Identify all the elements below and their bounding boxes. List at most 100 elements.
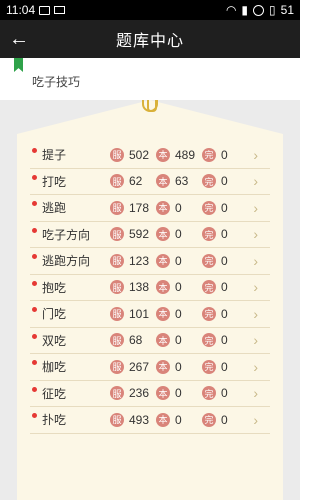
local-count: 0	[175, 306, 182, 321]
local-stat: 本 0	[156, 306, 182, 321]
local-count: 489	[175, 147, 196, 162]
done-count: 0	[221, 333, 228, 348]
list-item[interactable]: 双吃 服 68 本 0 完 0 ›	[30, 328, 270, 354]
topic-name: 双吃	[42, 333, 67, 348]
ben-badge: 本	[156, 359, 170, 374]
list-item[interactable]: 扑吃 服 493 本 0 完 0 ›	[30, 407, 270, 434]
bookmark-icon	[14, 58, 23, 72]
total-count: 236	[129, 386, 150, 401]
local-stat: 本 0	[156, 200, 182, 215]
done-count: 0	[221, 386, 228, 401]
done-stat: 完 0	[202, 359, 228, 374]
wan-badge: 完	[202, 359, 216, 374]
total-count: 68	[129, 333, 143, 348]
done-count: 0	[221, 227, 228, 242]
fu-badge: 服	[110, 147, 124, 162]
total-stat: 服 123	[110, 253, 149, 268]
local-count: 0	[175, 412, 182, 427]
wan-badge: 完	[202, 306, 216, 321]
wifi-icon: ◠	[225, 3, 237, 17]
local-stat: 本 0	[156, 412, 182, 427]
ben-badge: 本	[156, 253, 170, 268]
list-item[interactable]: 征吃 服 236 本 0 完 0 ›	[30, 381, 270, 407]
ben-badge: 本	[156, 200, 170, 215]
local-count: 0	[175, 333, 182, 348]
local-stat: 本 63	[156, 174, 188, 189]
back-arrow-icon[interactable]: ←	[0, 20, 38, 58]
local-count: 0	[175, 200, 182, 215]
local-stat: 本 0	[156, 359, 182, 374]
done-count: 0	[221, 147, 228, 162]
wan-badge: 完	[202, 200, 216, 215]
topic-name: 吃子方向	[42, 227, 91, 242]
red-dot-icon	[32, 360, 37, 365]
red-dot-icon	[32, 148, 37, 153]
status-time: 11:04	[6, 3, 36, 17]
chevron-right-icon: ›	[253, 226, 258, 243]
fu-badge: 服	[110, 333, 124, 348]
ben-badge: 本	[156, 333, 170, 348]
fu-badge: 服	[110, 174, 124, 189]
local-stat: 本 0	[156, 227, 182, 242]
ben-badge: 本	[156, 280, 170, 295]
local-count: 0	[175, 359, 182, 374]
done-count: 0	[221, 253, 228, 268]
ben-badge: 本	[156, 306, 170, 321]
topic-name: 提子	[42, 148, 67, 163]
ben-badge: 本	[156, 412, 170, 427]
local-stat: 本 489	[156, 147, 196, 162]
wan-badge: 完	[202, 174, 216, 189]
chevron-right-icon: ›	[253, 358, 258, 375]
chevron-right-icon: ›	[253, 332, 258, 349]
sim-icon: ▯	[269, 3, 276, 17]
done-stat: 完 0	[202, 333, 228, 348]
fu-badge: 服	[110, 280, 124, 295]
notification-icon	[39, 5, 51, 15]
total-stat: 服 68	[110, 333, 143, 348]
status-bar: 11:04 ◠ ▮ ▯ 51	[0, 0, 300, 20]
fu-badge: 服	[110, 253, 124, 268]
list-item[interactable]: 逃跑 服 178 本 0 完 0 ›	[30, 195, 270, 222]
done-count: 0	[221, 306, 228, 321]
topic-list: 提子 服 502 本 489 完 0 › 打吃 服 62 本 63 完 0 ›	[30, 142, 270, 434]
done-stat: 完 0	[202, 253, 228, 268]
ben-badge: 本	[156, 227, 170, 242]
page-title: 题库中心	[115, 33, 184, 50]
list-item[interactable]: 提子 服 502 本 489 完 0 ›	[30, 142, 270, 169]
total-stat: 服 138	[110, 280, 149, 295]
red-dot-icon	[32, 413, 37, 418]
total-stat: 服 101	[110, 306, 149, 321]
total-stat: 服 267	[110, 359, 149, 374]
list-item[interactable]: 抱吃 服 138 本 0 完 0 ›	[30, 275, 270, 301]
local-count: 0	[175, 386, 182, 401]
list-item[interactable]: 打吃 服 62 本 63 完 0 ›	[30, 169, 270, 195]
red-dot-icon	[32, 227, 37, 233]
list-item[interactable]: 吃子方向 服 592 本 0 完 0 ›	[30, 222, 270, 248]
topic-name: 枷吃	[42, 360, 67, 375]
total-count: 62	[129, 174, 143, 189]
list-item[interactable]: 枷吃 服 267 本 0 完 0 ›	[30, 354, 270, 381]
wan-badge: 完	[202, 253, 216, 268]
local-count: 0	[175, 253, 182, 268]
topic-name: 扑吃	[42, 413, 67, 428]
list-item[interactable]: 门吃 服 101 本 0 完 0 ›	[30, 301, 270, 328]
done-count: 0	[221, 412, 228, 427]
wan-badge: 完	[202, 333, 216, 348]
total-count: 493	[129, 412, 150, 427]
chevron-right-icon: ›	[253, 411, 258, 428]
done-stat: 完 0	[202, 280, 228, 295]
red-dot-icon	[32, 280, 37, 286]
ben-badge: 本	[156, 174, 170, 189]
total-stat: 服 493	[110, 412, 150, 427]
wan-badge: 完	[202, 147, 216, 162]
done-count: 0	[221, 200, 228, 215]
total-count: 502	[129, 147, 150, 162]
ben-badge: 本	[156, 386, 170, 401]
wan-badge: 完	[202, 280, 216, 295]
red-dot-icon	[32, 254, 37, 259]
list-item[interactable]: 逃跑方向 服 123 本 0 完 0 ›	[30, 248, 270, 275]
topic-name: 逃跑方向	[42, 254, 91, 269]
total-stat: 服 62	[110, 174, 143, 189]
local-stat: 本 0	[156, 386, 182, 401]
local-count: 0	[175, 227, 182, 242]
